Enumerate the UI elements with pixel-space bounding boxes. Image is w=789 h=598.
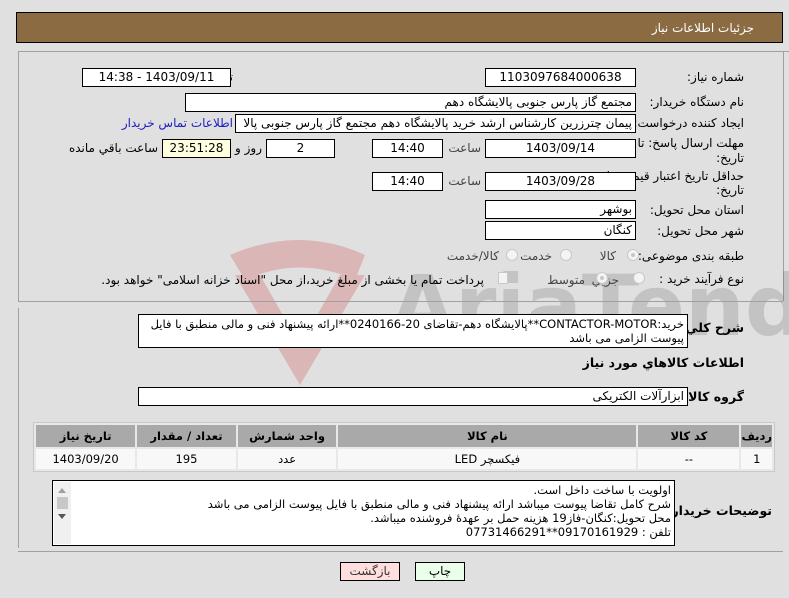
buyer-org-label: نام دستگاه خریدار:: [649, 95, 745, 109]
category-option-service: خدمت: [520, 249, 552, 263]
category-option-goods: کالا: [599, 249, 616, 263]
buyer-contact-link[interactable]: اطلاعات تماس خریدار: [122, 116, 233, 130]
goods-group-label: گروه کالا:: [683, 389, 744, 404]
reply-deadline-time-field: 14:40: [372, 139, 443, 158]
divider: [18, 52, 19, 301]
page-header: جزئیات اطلاعات نیاز: [16, 12, 783, 43]
cell-goods-code: --: [638, 449, 740, 469]
divider: [783, 52, 784, 301]
reply-deadline-label-2: تاریخ:: [716, 151, 744, 165]
scroll-thumb[interactable]: [57, 497, 68, 509]
reply-deadline-date-field: 1403/09/14: [485, 139, 636, 158]
announce-datetime-field: 1403/09/11 - 14:38: [82, 68, 231, 87]
goods-table: ردیف کد کالا نام کالا واحد شمارش تعداد /…: [33, 422, 775, 472]
category-label: طبقه بندی موضوعی:: [637, 249, 744, 263]
reply-deadline-label: مهلت ارسال پاسخ: تا: [637, 136, 744, 150]
goods-group-field: ابزارآلات الکتریکی: [138, 387, 688, 406]
category-radio-service[interactable]: [560, 249, 572, 261]
back-button[interactable]: بازگشت: [340, 562, 400, 581]
col-header-unit: واحد شمارش: [237, 425, 337, 447]
remaining-days-field: 2: [266, 139, 335, 158]
process-option-medium: متوسط: [547, 273, 585, 287]
cell-unit: عدد: [237, 449, 337, 469]
col-header-quantity: تعداد / مقدار: [137, 425, 236, 447]
divider: [18, 308, 19, 548]
price-validity-date-field: 1403/09/28: [485, 172, 636, 191]
cell-row-number: 1: [741, 449, 772, 469]
table-header-row: ردیف کد کالا نام کالا واحد شمارش تعداد /…: [36, 425, 772, 447]
scroll-down-icon[interactable]: [58, 514, 66, 519]
treasury-payment-label: پرداخت تمام یا بخشی از مبلغ خرید،از محل …: [101, 273, 484, 287]
price-validity-time-label: ساعت: [448, 174, 481, 188]
buyer-notes-line: شرح کامل تقاضا پیوست میباشد ارائه پیشنها…: [207, 497, 671, 511]
col-header-goods-name: نام کالا: [338, 425, 637, 447]
days-label: روز و: [235, 141, 262, 155]
cell-quantity: 195: [137, 449, 236, 469]
city-label: شهر محل تحویل:: [657, 224, 744, 238]
purchase-process-label: نوع فرآیند خرید :: [659, 272, 744, 286]
process-radio-medium[interactable]: [596, 272, 608, 284]
buyer-org-field: مجتمع گاز پارس جنوبی پالایشگاه دهم: [185, 93, 636, 112]
category-radio-goods-service[interactable]: [506, 249, 518, 261]
reply-deadline-time-label: ساعت: [448, 141, 481, 155]
requester-label: ایجاد کننده درخواست:: [633, 116, 744, 130]
remaining-time-field: 23:51:28: [162, 139, 231, 158]
divider: [18, 551, 783, 552]
buyer-notes-textarea[interactable]: اولویت با ساخت داخل است. شرح کامل تقاضا …: [52, 480, 675, 546]
province-field: بوشهر: [485, 200, 636, 219]
cell-goods-name: فیکسچر LED: [338, 449, 637, 469]
divider: [18, 51, 789, 52]
buyer-notes-line: محل تحویل:کنگان-فاز19 هزینه حمل بر عهدهٔ…: [370, 511, 671, 525]
buyer-notes-line: تلفن : 09170161929**07731466291: [465, 525, 671, 539]
province-label: استان محل تحویل:: [649, 203, 744, 217]
city-field: کنگان: [485, 221, 636, 240]
scroll-up-icon[interactable]: [58, 488, 66, 493]
process-radio-minor[interactable]: [633, 272, 645, 284]
need-number-label: شماره نیاز:: [687, 70, 744, 84]
buyer-notes-label: توضیحات خریدار:: [666, 503, 772, 518]
col-header-row-number: ردیف: [741, 425, 772, 447]
col-header-goods-code: کد کالا: [638, 425, 740, 447]
price-validity-time-field: 14:40: [372, 172, 443, 191]
remaining-time-label: ساعت باقي مانده: [68, 141, 158, 155]
category-option-goods-service: کالا/خدمت: [446, 249, 499, 263]
goods-section-title: اطلاعات کالاهاي مورد نیاز: [582, 355, 744, 370]
page-title: جزئیات اطلاعات نیاز: [651, 21, 754, 35]
requester-field: پیمان چترزرین کارشناس ارشد خرید پالایشگا…: [235, 114, 636, 133]
treasury-payment-checkbox[interactable]: [498, 272, 508, 284]
scrollbar[interactable]: [54, 482, 71, 544]
description-textarea[interactable]: خرید:CONTACTOR-MOTOR**پالایشگاه دهم-تقاض…: [138, 314, 688, 348]
buyer-notes-line: اولویت با ساخت داخل است.: [533, 483, 671, 497]
print-button[interactable]: چاپ: [415, 562, 465, 581]
cell-need-date: 1403/09/20: [36, 449, 136, 469]
category-radio-goods[interactable]: [627, 249, 639, 261]
divider: [18, 301, 783, 302]
table-row: 1 -- فیکسچر LED عدد 195 1403/09/20: [36, 449, 772, 469]
col-header-need-date: تاریخ نیاز: [36, 425, 136, 447]
need-number-field: 1103097684000638: [485, 68, 636, 87]
price-validity-label-2: تاریخ:: [716, 183, 744, 197]
